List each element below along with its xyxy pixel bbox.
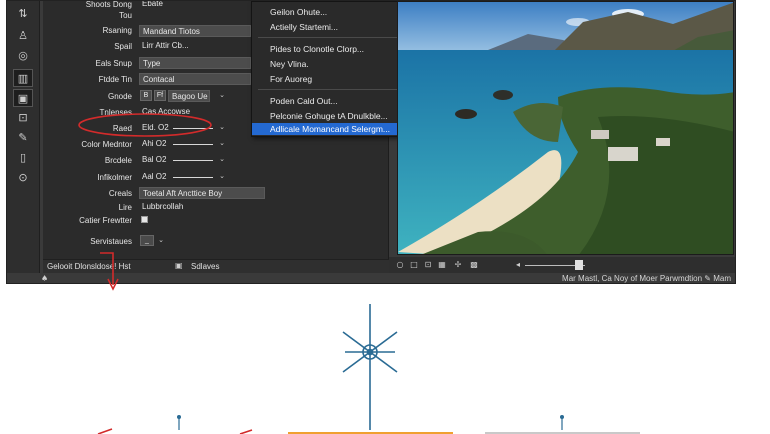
marker-dot <box>560 415 564 419</box>
annotation-arrow-line <box>100 252 114 285</box>
diagram-area <box>97 304 640 434</box>
red-arrow-stub <box>239 429 253 434</box>
red-arrow-stub <box>97 428 113 434</box>
sparkle-icon <box>342 304 398 430</box>
highlight-ellipse <box>78 113 212 137</box>
marker-dot <box>177 415 181 419</box>
